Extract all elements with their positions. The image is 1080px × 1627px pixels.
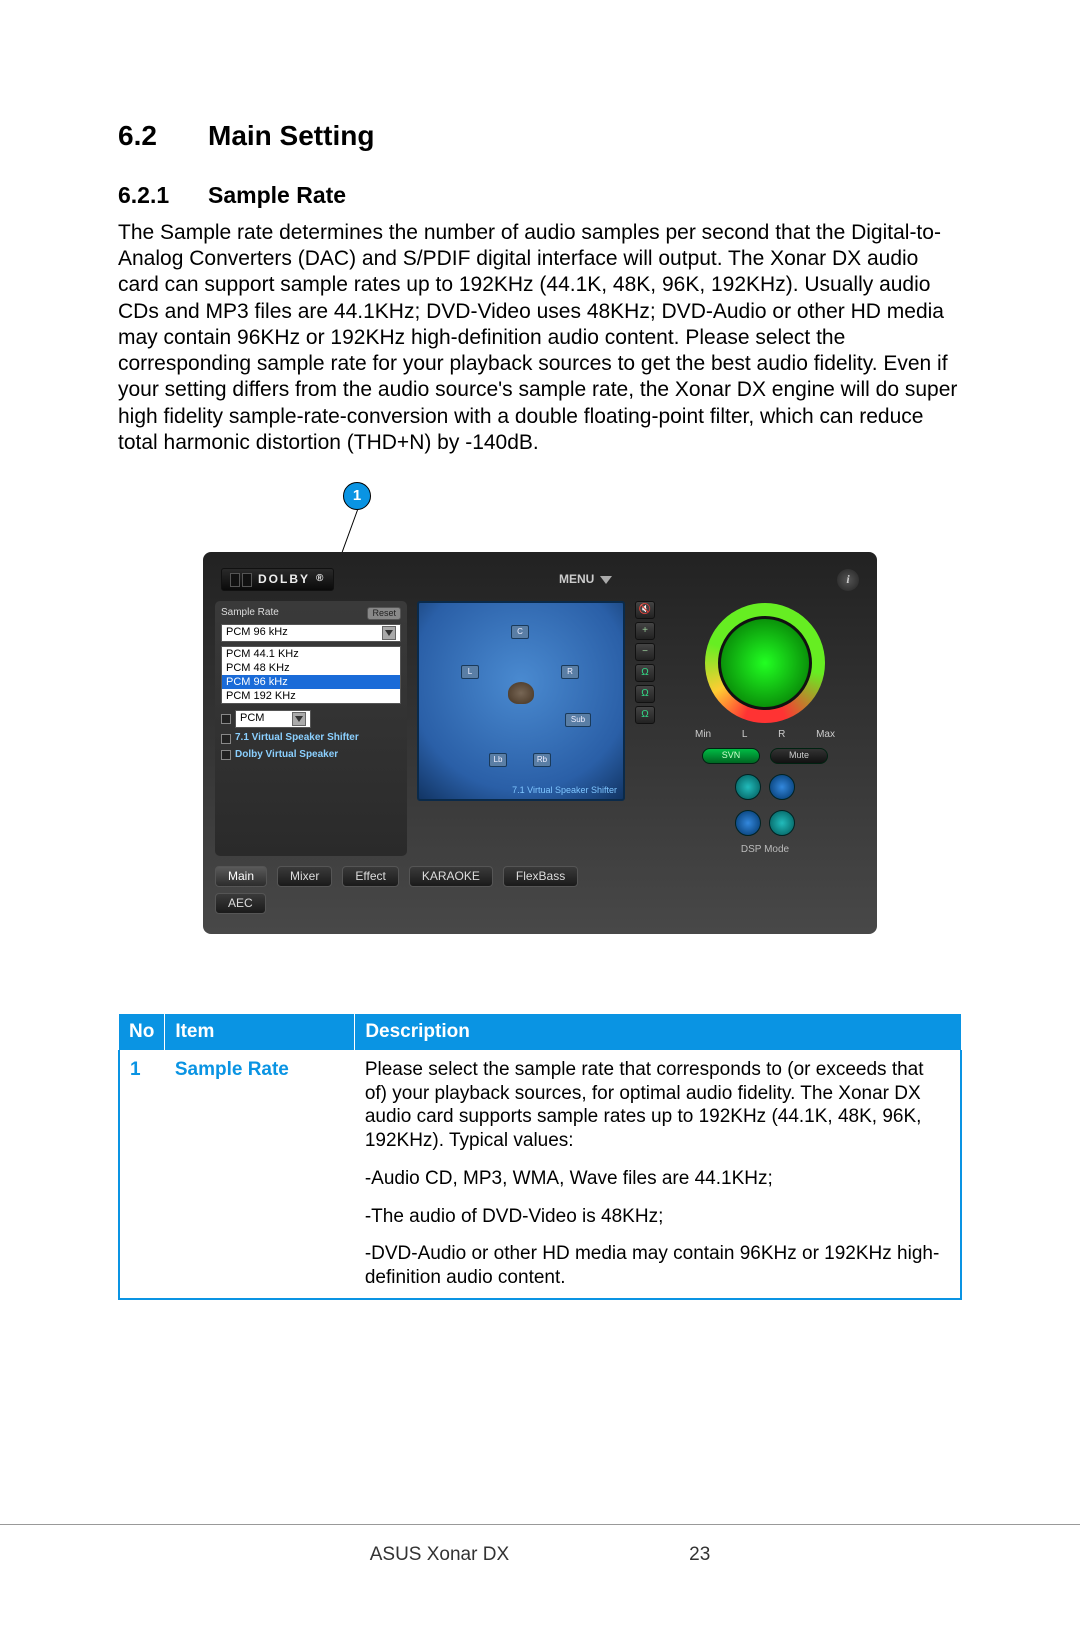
tab-bar: Main Mixer Effect KARAOKE FlexBass — [215, 866, 865, 887]
col-desc: Description — [355, 1014, 961, 1050]
speaker-r[interactable]: R — [561, 665, 579, 679]
page-footer: ASUS Xonar DX 23 — [0, 1524, 1080, 1567]
app-screenshot: DOLBY ® MENU i Sample Rate Reset PCM 96 … — [203, 552, 877, 934]
headphone-icon[interactable]: Ω — [635, 664, 655, 682]
dsp-mode-4[interactable] — [769, 810, 795, 836]
listener-head-icon — [508, 682, 534, 704]
tab-effect[interactable]: Effect — [342, 866, 398, 887]
callout-badge-1: 1 — [343, 482, 371, 510]
l-label: L — [742, 729, 748, 742]
tab-aec[interactable]: AEC — [215, 893, 266, 914]
dsp-mode-1[interactable] — [735, 774, 761, 800]
volume-panel: Min L R Max SVN Mute DSP Mode — [665, 601, 865, 856]
desc-p3: -The audio of DVD-Video is 48KHz; — [365, 1205, 950, 1229]
desc-p2: -Audio CD, MP3, WMA, Wave files are 44.1… — [365, 1167, 950, 1191]
speaker-c[interactable]: C — [511, 625, 529, 639]
mute-button[interactable]: Mute — [770, 748, 828, 764]
tab-main[interactable]: Main — [215, 866, 267, 887]
sample-rate-panel: Sample Rate Reset PCM 96 kHz PCM 44.1 KH… — [215, 601, 407, 856]
option-192[interactable]: PCM 192 KHz — [222, 689, 400, 703]
dropdown-arrow-icon — [292, 712, 306, 726]
dropdown-arrow-icon — [382, 626, 396, 640]
menu-button[interactable]: MENU — [559, 572, 612, 587]
col-no: No — [119, 1014, 165, 1050]
cell-item: Sample Rate — [165, 1050, 355, 1299]
reset-button[interactable]: Reset — [367, 607, 401, 620]
dvs-checkbox[interactable] — [221, 750, 231, 760]
option-96[interactable]: PCM 96 kHz — [222, 675, 400, 689]
description-table: No Item Description 1 Sample Rate Please… — [118, 1014, 962, 1300]
cell-no: 1 — [119, 1050, 165, 1299]
chevron-down-icon — [600, 576, 612, 584]
headphone-icon[interactable]: Ω — [635, 685, 655, 703]
pcm-value: PCM — [240, 712, 264, 726]
sample-rate-label: Sample Rate — [221, 607, 279, 620]
sample-rate-options: PCM 44.1 KHz PCM 48 KHz PCM 96 kHz PCM 1… — [221, 646, 401, 704]
dolby-text: DOLBY — [258, 572, 310, 587]
dsp-mode-2[interactable] — [769, 774, 795, 800]
sample-rate-dropdown[interactable]: PCM 96 kHz — [221, 624, 401, 642]
tab-karaoke[interactable]: KARAOKE — [409, 866, 493, 887]
pcm-checkbox[interactable] — [221, 714, 231, 724]
col-item: Item — [165, 1014, 355, 1050]
option-44[interactable]: PCM 44.1 KHz — [222, 647, 400, 661]
menu-label: MENU — [559, 572, 594, 587]
subsection-title: Sample Rate — [208, 182, 346, 208]
minus-button[interactable]: − — [635, 643, 655, 661]
footer-product: ASUS Xonar DX — [370, 1543, 509, 1567]
speaker-l[interactable]: L — [461, 665, 479, 679]
tab-flexbass[interactable]: FlexBass — [503, 866, 578, 887]
section-heading: 6.2Main Setting — [118, 118, 962, 153]
dolby-logo: DOLBY ® — [221, 568, 334, 591]
speaker-sub[interactable]: Sub — [565, 713, 591, 727]
speaker-rb[interactable]: Rb — [533, 753, 551, 767]
mute-speaker-icon[interactable]: 🔇 — [635, 601, 655, 619]
svn-button[interactable]: SVN — [702, 748, 760, 764]
subsection-heading: 6.2.1Sample Rate — [118, 181, 962, 210]
speaker-lb[interactable]: Lb — [489, 753, 507, 767]
headphone-icon[interactable]: Ω — [635, 706, 655, 724]
volume-knob[interactable] — [705, 603, 825, 723]
footer-page: 23 — [689, 1543, 710, 1567]
section-title: Main Setting — [208, 120, 374, 151]
callout-container: 1 — [118, 482, 962, 552]
desc-p4: -DVD-Audio or other HD media may contain… — [365, 1242, 950, 1290]
body-paragraph: The Sample rate determines the number of… — [118, 220, 962, 456]
option-48[interactable]: PCM 48 KHz — [222, 661, 400, 675]
vss-label: 7.1 Virtual Speaker Shifter — [235, 732, 359, 745]
dvs-label: Dolby Virtual Speaker — [235, 749, 338, 762]
speaker-display: C L R Sub Lb Rb 7.1 Virtual Speaker Shif… — [417, 601, 625, 801]
desc-p1: Please select the sample rate that corre… — [365, 1058, 950, 1153]
side-buttons: 🔇 + − Ω Ω Ω — [635, 601, 655, 856]
dsp-mode-3[interactable] — [735, 810, 761, 836]
info-icon[interactable]: i — [837, 569, 859, 591]
dolby-d-icon — [230, 573, 252, 587]
tab-mixer[interactable]: Mixer — [277, 866, 332, 887]
subsection-number: 6.2.1 — [118, 181, 208, 210]
plus-button[interactable]: + — [635, 622, 655, 640]
section-number: 6.2 — [118, 118, 208, 153]
cell-desc: Please select the sample rate that corre… — [355, 1050, 961, 1299]
vss-checkbox[interactable] — [221, 734, 231, 744]
registered-mark: ® — [316, 573, 325, 586]
pcm-dropdown[interactable]: PCM — [235, 710, 311, 728]
sample-rate-selected: PCM 96 kHz — [226, 626, 288, 640]
r-label: R — [778, 729, 785, 742]
max-label: Max — [816, 729, 835, 742]
dsp-label: DSP Mode — [741, 844, 789, 857]
min-label: Min — [695, 729, 711, 742]
display-caption: 7.1 Virtual Speaker Shifter — [512, 785, 617, 796]
